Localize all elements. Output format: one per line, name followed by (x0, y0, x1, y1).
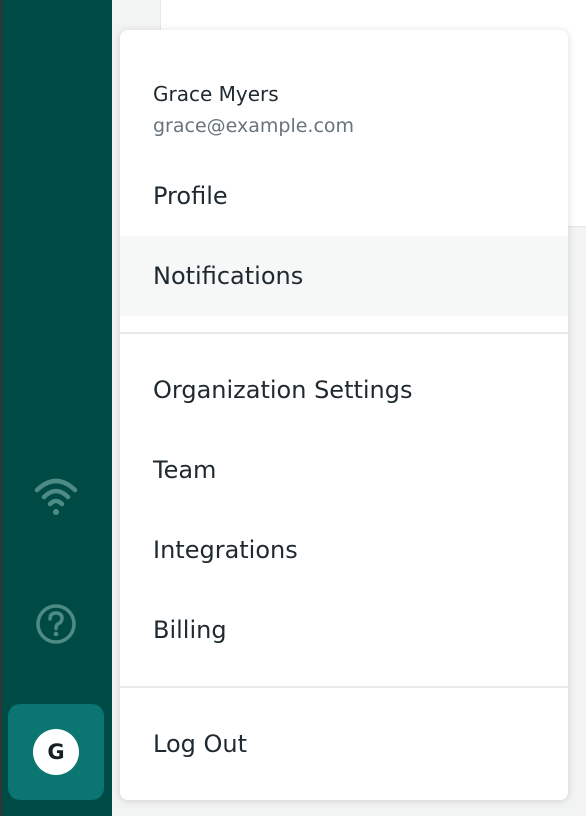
account-button[interactable]: G (8, 704, 104, 800)
wifi-icon[interactable] (30, 470, 82, 522)
user-email: grace@example.com (153, 115, 355, 137)
menu-item-log-out[interactable]: Log Out (120, 704, 568, 784)
user-menu: Grace Myers grace@example.com Profile No… (120, 30, 568, 800)
menu-item-billing[interactable]: Billing (120, 590, 568, 670)
menu-divider (120, 332, 568, 334)
sidebar-edge (0, 0, 2, 816)
avatar: G (33, 729, 79, 775)
user-info: Grace Myers grace@example.com (153, 80, 354, 137)
sidebar: G (0, 0, 112, 816)
user-name: Grace Myers (153, 82, 279, 106)
menu-item-organization-settings[interactable]: Organization Settings (120, 350, 568, 430)
menu-divider (120, 686, 568, 688)
menu-item-team[interactable]: Team (120, 430, 568, 510)
help-circle-icon[interactable] (30, 598, 82, 650)
menu-item-notifications[interactable]: Notifications (120, 236, 568, 316)
menu-item-integrations[interactable]: Integrations (120, 510, 568, 590)
menu-item-profile[interactable]: Profile (120, 156, 568, 236)
